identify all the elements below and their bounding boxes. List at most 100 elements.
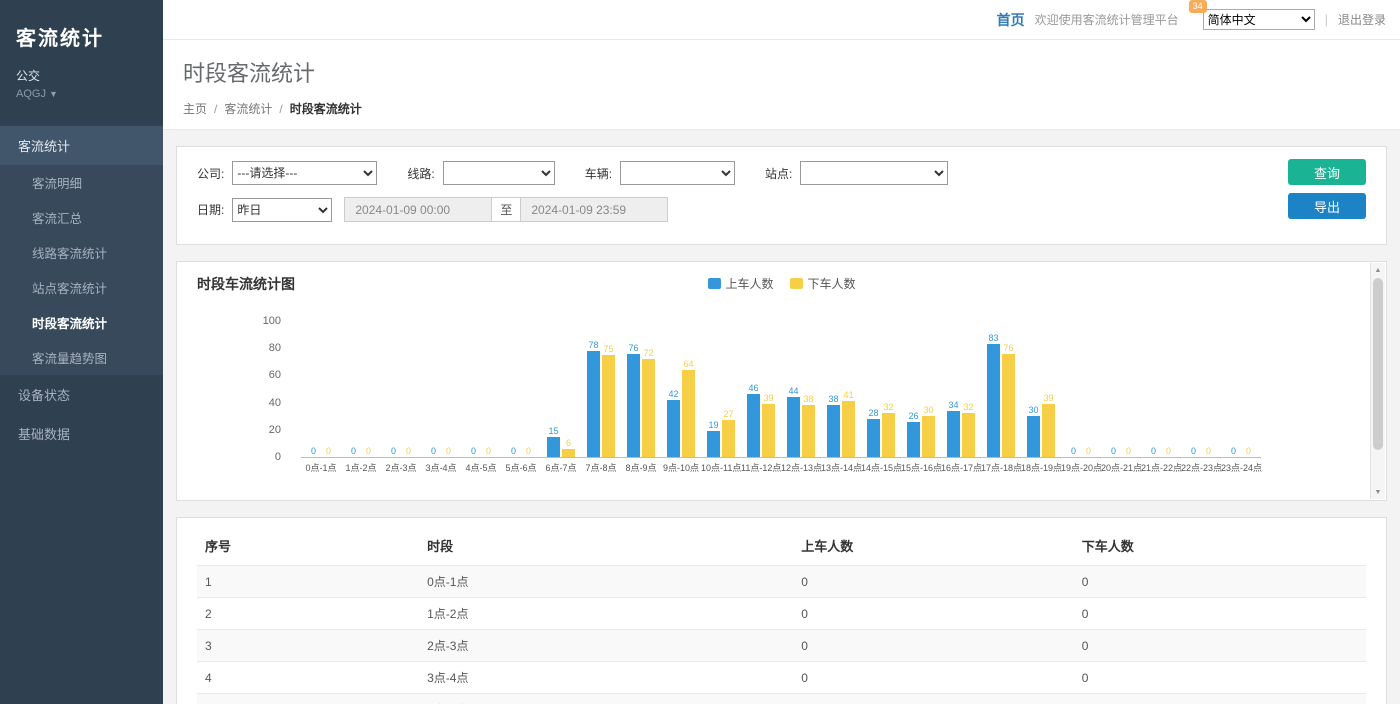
bar-group: 0019点-20点 <box>1061 308 1101 474</box>
breadcrumb-current: 时段客流统计 <box>290 100 362 117</box>
logout-link[interactable]: 退出登录 <box>1338 11 1386 28</box>
bar[interactable] <box>987 344 1000 457</box>
bar-wrap: 0 <box>362 446 375 457</box>
bar-wrap: 41 <box>842 390 855 457</box>
bar-wrap: 0 <box>402 446 415 457</box>
bar-wrap: 46 <box>747 383 760 457</box>
bar-wrap: 76 <box>1002 343 1015 457</box>
sidebar-item[interactable]: 客流量趋势图 <box>0 340 163 375</box>
station-select[interactable] <box>800 161 948 185</box>
scrollbar-thumb[interactable] <box>1373 278 1383 450</box>
bar[interactable] <box>627 354 640 457</box>
bar[interactable] <box>682 370 695 457</box>
bar[interactable] <box>1002 354 1015 457</box>
sidebar-item[interactable]: 客流明细 <box>0 165 163 200</box>
bar-value-label: 44 <box>788 386 798 396</box>
bar-wrap: 39 <box>762 393 775 457</box>
bar[interactable] <box>762 404 775 457</box>
x-axis-label: 23点-24点 <box>1221 461 1261 474</box>
vehicle-select[interactable] <box>620 161 735 185</box>
x-axis-label: 14点-15点 <box>861 461 901 474</box>
home-link[interactable]: 首页 <box>997 10 1025 30</box>
sidebar-section[interactable]: 客流统计 <box>0 126 163 165</box>
breadcrumb-home[interactable]: 主页 <box>183 100 207 117</box>
x-axis-label: 10点-11点 <box>701 461 741 474</box>
x-axis-label: 9点-10点 <box>661 461 701 474</box>
y-axis-tick: 100 <box>263 315 281 327</box>
bar-group: 004点-5点 <box>461 308 501 474</box>
bar[interactable] <box>602 355 615 457</box>
bar[interactable] <box>907 422 920 457</box>
language-select[interactable]: 简体中文 <box>1203 9 1315 30</box>
bar-value-label: 0 <box>1206 446 1211 456</box>
bar-value-label: 76 <box>1003 343 1013 353</box>
org-code-dropdown[interactable]: AQGJ ▼ <box>16 88 147 100</box>
bar[interactable] <box>842 401 855 457</box>
y-axis-tick: 80 <box>269 342 281 354</box>
bar[interactable] <box>722 420 735 457</box>
bar[interactable] <box>1027 416 1040 457</box>
bar[interactable] <box>802 405 815 457</box>
bar-value-label: 34 <box>948 400 958 410</box>
page-title: 时段客流统计 <box>183 56 1380 88</box>
notification-badge[interactable]: 34 <box>1189 0 1207 13</box>
bar[interactable] <box>947 411 960 457</box>
bar[interactable] <box>922 416 935 457</box>
bar[interactable] <box>707 431 720 457</box>
bar-pair: 00 <box>1101 308 1141 458</box>
sidebar: 客流统计 公交 AQGJ ▼ 客流统计客流明细客流汇总线路客流统计站点客流统计时… <box>0 0 163 704</box>
export-button[interactable]: 导出 <box>1288 193 1366 219</box>
scroll-up-icon[interactable]: ▲ <box>1371 263 1385 277</box>
x-axis-label: 2点-3点 <box>381 461 421 474</box>
bar-wrap: 64 <box>682 359 695 457</box>
bar[interactable] <box>1042 404 1055 457</box>
sidebar-item[interactable]: 客流汇总 <box>0 200 163 235</box>
line-select[interactable] <box>443 161 555 185</box>
bar[interactable] <box>562 449 575 457</box>
column-header: 下车人数 <box>1074 526 1366 566</box>
legend-item[interactable]: 上车人数 <box>707 275 773 292</box>
bar[interactable] <box>547 437 560 457</box>
sidebar-item[interactable]: 站点客流统计 <box>0 270 163 305</box>
bar[interactable] <box>667 400 680 457</box>
sidebar-item[interactable]: 线路客流统计 <box>0 235 163 270</box>
date-start-input[interactable] <box>344 197 492 222</box>
bar-value-label: 0 <box>511 446 516 456</box>
bar-wrap: 38 <box>827 394 840 457</box>
sidebar-section[interactable]: 设备状态 <box>0 375 163 414</box>
bar-value-label: 26 <box>908 411 918 421</box>
bar[interactable] <box>882 413 895 457</box>
bar[interactable] <box>827 405 840 457</box>
bar-value-label: 30 <box>1028 405 1038 415</box>
bar[interactable] <box>962 413 975 457</box>
chart-scrollbar[interactable]: ▲ ▼ <box>1370 263 1385 499</box>
sidebar-section[interactable]: 基础数据 <box>0 414 163 453</box>
bar[interactable] <box>867 419 880 457</box>
bar[interactable] <box>787 397 800 457</box>
bar-group: 263015点-16点 <box>901 308 941 474</box>
bar-value-label: 0 <box>1191 446 1196 456</box>
bar-wrap: 0 <box>1187 446 1200 457</box>
bar-value-label: 0 <box>1111 446 1116 456</box>
date-end-input[interactable] <box>520 197 668 222</box>
bar-wrap: 0 <box>1242 446 1255 457</box>
legend-item[interactable]: 下车人数 <box>790 275 856 292</box>
bar-value-label: 0 <box>351 446 356 456</box>
bar[interactable] <box>642 359 655 457</box>
table-cell: 3点-4点 <box>419 662 793 694</box>
bar[interactable] <box>587 351 600 457</box>
bar[interactable] <box>747 394 760 457</box>
query-button[interactable]: 查询 <box>1288 159 1366 185</box>
legend-swatch <box>790 278 803 289</box>
breadcrumb-parent[interactable]: 客流统计 <box>224 100 272 117</box>
legend-label: 上车人数 <box>725 275 773 292</box>
bar-chart: 020406080100 000点-1点001点-2点002点-3点003点-4… <box>197 308 1366 474</box>
bar-value-label: 0 <box>431 446 436 456</box>
scroll-down-icon[interactable]: ▼ <box>1371 485 1385 499</box>
bar-wrap: 0 <box>1082 446 1095 457</box>
company-select[interactable]: ---请选择--- <box>232 161 377 185</box>
bar-group: 192710点-11点 <box>701 308 741 474</box>
sidebar-item[interactable]: 时段客流统计 <box>0 305 163 340</box>
date-preset-select[interactable]: 昨日 <box>232 198 332 222</box>
filter-row-1: 公司: ---请选择--- 线路: 车辆: <box>197 161 1288 185</box>
